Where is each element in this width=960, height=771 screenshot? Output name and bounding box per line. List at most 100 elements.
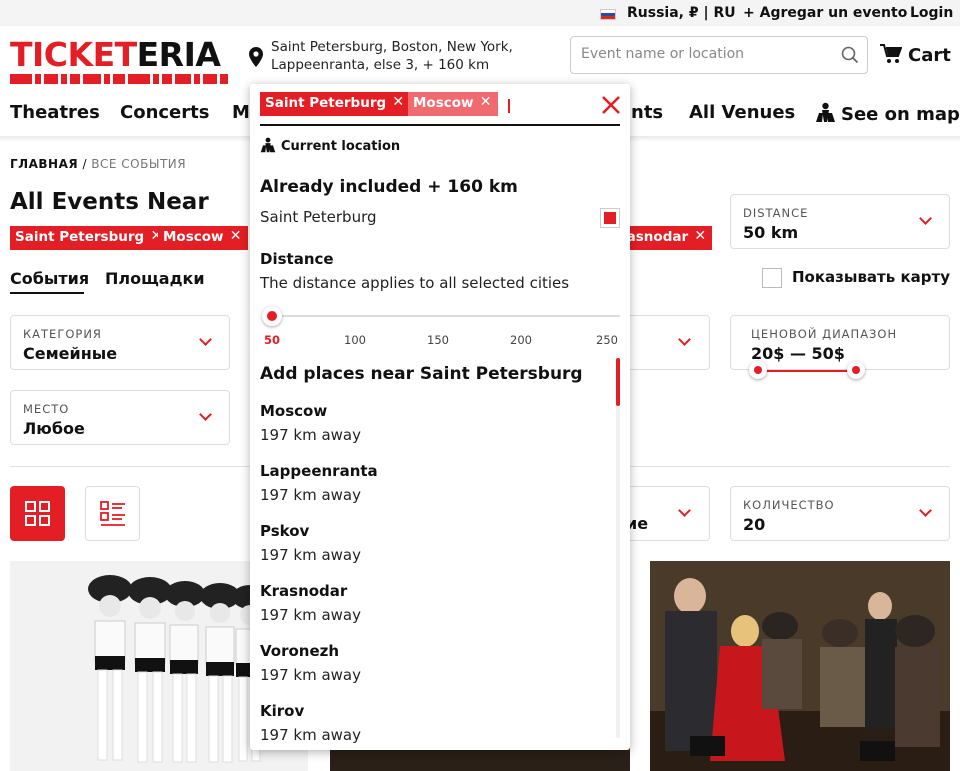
cart-label: Cart (908, 45, 951, 66)
breadcrumb-all-events: ВСЕ СОБЫТИЯ (91, 157, 187, 171)
place-label: МЕСТО (23, 402, 70, 416)
search-box[interactable] (570, 36, 868, 74)
place-name: Moscow (260, 402, 328, 420)
current-location-button[interactable]: Current location (260, 137, 400, 154)
chevron-down-icon (919, 212, 932, 225)
category-label: КАТЕГОРИЯ (23, 327, 102, 341)
price-range-filter[interactable]: ЦЕНОВОЙ ДИАПАЗОН 20$ — 50$ (730, 315, 950, 379)
place-distance: 197 km away (260, 726, 361, 744)
slider-label: 200 (510, 333, 532, 347)
show-map-label: Показывать карту (792, 268, 950, 286)
login-link[interactable]: Login (910, 5, 953, 21)
add-event-link[interactable]: + Agregar un evento (743, 5, 907, 21)
nav-concerts[interactable]: Concerts (120, 102, 209, 123)
included-title: Already included + 160 km (260, 177, 518, 197)
location-pin-icon (249, 47, 263, 67)
price-range-track (758, 370, 856, 372)
place-name: Pskov (260, 522, 310, 540)
search-icon[interactable] (841, 46, 859, 64)
remove-chip-icon[interactable]: ✕ (480, 94, 492, 110)
chevron-down-icon (199, 333, 212, 346)
tab-venues[interactable]: Площадки (105, 269, 205, 288)
nav-see-on-map[interactable]: See on map (815, 102, 960, 125)
logo-barcode (10, 74, 230, 84)
distance-select[interactable]: DISTANCE 50 km (730, 194, 950, 249)
region-selector[interactable]: Russia, ₽ | RU (627, 5, 736, 21)
theatre-photo (650, 561, 950, 771)
cart-icon (880, 44, 903, 63)
city-input-underline (260, 124, 620, 126)
slider-label: 100 (344, 333, 366, 347)
distance-value: 50 km (743, 223, 799, 242)
selected-cities-summary[interactable]: Saint Petersburg, Boston, New York, Lapp… (271, 38, 551, 74)
chevron-down-icon (678, 333, 691, 346)
chevron-down-icon (919, 504, 932, 517)
slider-label: 150 (427, 333, 449, 347)
show-map-checkbox[interactable] (762, 268, 782, 288)
price-range-value: 20$ — 50$ (751, 344, 845, 363)
list-view-button[interactable] (85, 486, 140, 541)
chevron-down-icon (678, 504, 691, 517)
nav-all-venues[interactable]: All Venues (689, 102, 795, 123)
city-chip-saint-petersburg: Saint Petersburg ✕ (10, 226, 169, 250)
price-max-handle[interactable] (847, 361, 865, 379)
city-chip-label: rasnodar (620, 229, 689, 245)
distance-slider-track[interactable] (272, 315, 620, 317)
event-image-theatre[interactable] (650, 561, 950, 771)
nav-see-on-map-label: See on map (841, 104, 960, 125)
count-label: КОЛИЧЕСТВО (743, 498, 835, 512)
count-select[interactable]: КОЛИЧЕСТВО 20 (730, 486, 950, 541)
places-scrollbar[interactable] (616, 358, 620, 406)
city-chip-krasnodar: rasnodar ✕ (616, 226, 713, 250)
tab-events[interactable]: События (10, 269, 89, 288)
breadcrumb: ГЛАВНАЯ / ВСЕ СОБЫТИЯ (10, 157, 186, 171)
distance-label: DISTANCE (743, 206, 809, 220)
city-input-cursor[interactable] (508, 99, 510, 113)
grid-view-button[interactable] (10, 486, 65, 541)
add-places-title: Add places near Saint Petersburg (260, 364, 583, 384)
category-select[interactable]: КАТЕГОРИЯ Семейные (10, 315, 230, 370)
breadcrumb-separator: / (78, 157, 92, 171)
city-chip-label: Moscow (163, 229, 224, 245)
distance-note: The distance applies to all selected cit… (260, 274, 570, 292)
place-name: Voronezh (260, 642, 340, 660)
category-value: Семейные (23, 344, 118, 363)
current-location-label: Current location (281, 139, 401, 154)
dropdown-chip-label: Moscow (413, 95, 474, 111)
nav-events-partial[interactable]: nts (631, 102, 663, 123)
list-icon (100, 501, 125, 526)
included-city: Saint Peterburg (260, 208, 377, 226)
close-icon[interactable] (600, 94, 622, 116)
places-scroll-track[interactable] (616, 358, 620, 738)
nav-theatres[interactable]: Theatres (10, 102, 100, 123)
place-distance: 197 km away (260, 546, 361, 564)
location-dropdown: Saint Peterburg ✕ Moscow ✕ Current locatio… (250, 84, 630, 750)
map-person-icon (260, 137, 276, 153)
remove-chip-icon[interactable]: ✕ (392, 94, 404, 110)
place-select[interactable]: МЕСТО Любое (10, 390, 230, 445)
dropdown-chip-label: Saint Peterburg (265, 95, 387, 111)
place-name: Kirov (260, 702, 305, 720)
price-min-handle[interactable] (749, 361, 767, 379)
distance-title: Distance (260, 250, 334, 268)
remove-chip-icon[interactable]: ✕ (694, 228, 706, 244)
tab-active-underline (10, 292, 84, 294)
map-person-icon (816, 102, 835, 122)
breadcrumb-home[interactable]: ГЛАВНАЯ (10, 157, 78, 171)
place-name: Krasnodar (260, 582, 348, 600)
cities-line-2: Lappeenranta, else 3, + 160 km (271, 57, 490, 73)
remove-chip-icon[interactable]: ✕ (230, 228, 242, 244)
included-city-checkbox[interactable] (600, 208, 620, 228)
cart-button[interactable]: Cart (880, 44, 951, 66)
russia-flag-icon (600, 9, 616, 20)
cities-line-1: Saint Petersburg, Boston, New York, (271, 39, 513, 55)
distance-slider-handle[interactable] (262, 306, 282, 326)
place-value: Любое (23, 419, 85, 438)
logo[interactable]: TICKETERIA (10, 38, 230, 86)
place-distance: 197 km away (260, 426, 361, 444)
grid-icon (25, 501, 50, 526)
price-range-label: ЦЕНОВОЙ ДИАПАЗОН (751, 327, 898, 341)
search-input[interactable] (581, 46, 821, 62)
place-distance: 197 km away (260, 606, 361, 624)
count-value: 20 (743, 515, 766, 534)
